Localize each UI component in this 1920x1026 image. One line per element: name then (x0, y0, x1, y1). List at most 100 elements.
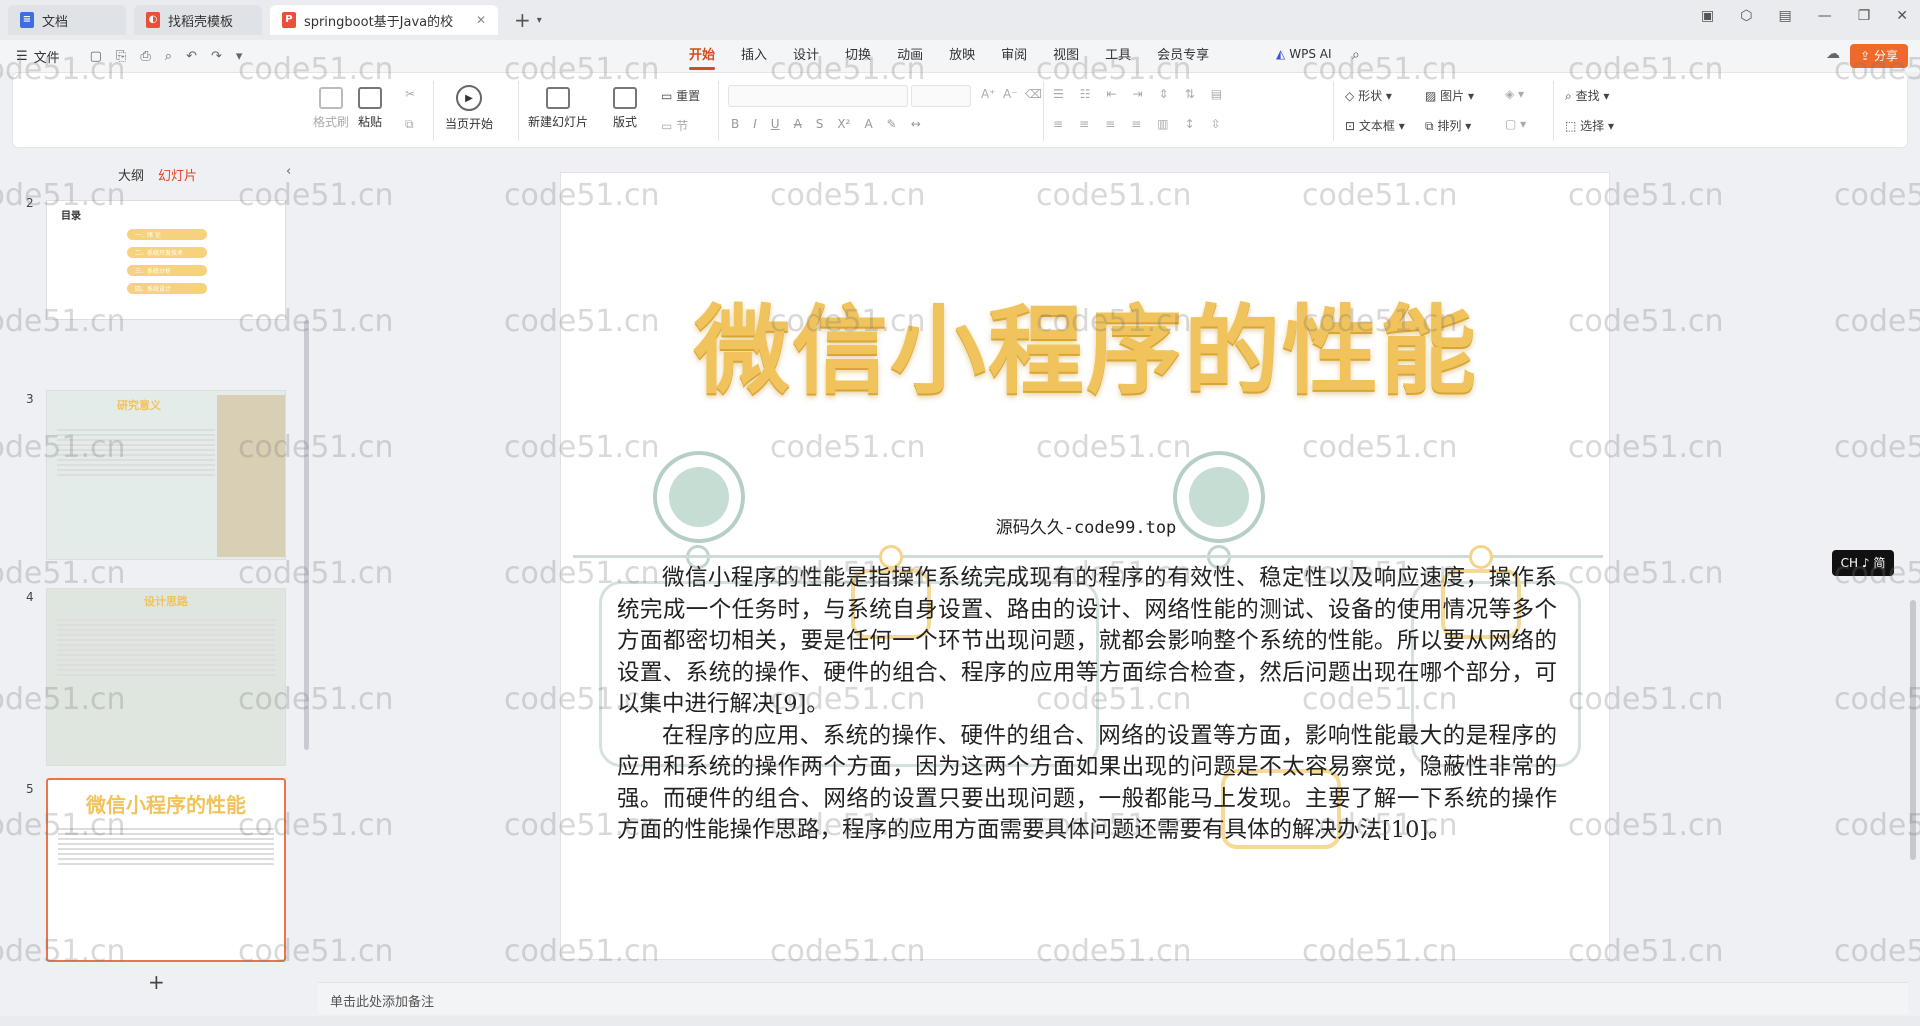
section-button[interactable]: ▭ 节 (661, 117, 688, 134)
highlight-icon[interactable]: ✎ (887, 117, 897, 131)
tab-slides[interactable]: 幻灯片 (158, 165, 197, 184)
export-icon[interactable]: ⎘ (116, 49, 126, 64)
layout-button[interactable]: 版式 (613, 87, 637, 130)
tab-outline[interactable]: 大纲 (118, 165, 144, 184)
save-icon[interactable]: ▢ (90, 49, 102, 64)
find-button[interactable]: ⌕ 查找 ▾ (1565, 87, 1609, 104)
bold-icon[interactable]: B (731, 117, 739, 131)
char-spacing-icon[interactable]: ↔ (911, 117, 921, 131)
font-size-select[interactable] (911, 85, 971, 107)
canvas-scrollbar[interactable] (1908, 150, 1918, 980)
slide-canvas[interactable]: 微信小程序的性能 源码久久-code99.top 微信小程序的性能是指操作系统完… (560, 172, 1610, 960)
tab-design[interactable]: 设计 (780, 40, 832, 72)
tab-tools[interactable]: 工具 (1092, 40, 1144, 72)
textbox-button[interactable]: ⊡ 文本框 ▾ (1345, 117, 1405, 134)
panel-scrollbar[interactable] (304, 320, 309, 750)
chevron-down-icon[interactable]: ▾ (236, 49, 243, 64)
outline-icon[interactable]: ▢ ▾ (1505, 117, 1526, 131)
tab-animation[interactable]: 动画 (884, 40, 936, 72)
tab-member[interactable]: 会员专享 (1144, 40, 1222, 72)
align-center-icon[interactable]: ≡ (1079, 117, 1089, 131)
font-grow-icon[interactable]: A⁺ (981, 87, 996, 101)
undo-icon[interactable]: ↶ (186, 49, 197, 64)
tab-view[interactable]: 视图 (1040, 40, 1092, 72)
sort-icon[interactable]: ⇅ (1185, 87, 1195, 101)
ribbon: 格式刷 粘贴 ✂ ⧉ ▶ 当页开始 新建幻灯片 版式 ▭ 重置 ▭ 节 A⁺ A… (12, 72, 1908, 148)
tab-transition[interactable]: 切换 (832, 40, 884, 72)
avatar[interactable]: ▤ (1778, 8, 1791, 24)
shadow-icon[interactable]: S (816, 117, 824, 131)
align-text-icon[interactable]: ▤ (1211, 87, 1222, 101)
clear-format-icon[interactable]: ⌫ (1025, 87, 1042, 101)
close-icon[interactable]: ✕ (476, 13, 486, 27)
italic-icon[interactable]: I (753, 117, 757, 131)
scroll-thumb[interactable] (1910, 600, 1916, 860)
paste-button[interactable]: 粘贴 (358, 87, 382, 130)
toc-item: 二、系统开发技术 (127, 247, 207, 258)
share-button[interactable]: ⇪ 分享 (1850, 44, 1908, 68)
underline-icon[interactable]: U (771, 117, 780, 131)
font-color-icon[interactable]: A (864, 117, 872, 131)
close-window-icon[interactable]: ✕ (1896, 8, 1908, 24)
superscript-icon[interactable]: X² (837, 117, 850, 131)
thumb-title: 微信小程序的性能 (86, 793, 246, 817)
slide-thumbnail-5[interactable]: 微信小程序的性能 (46, 778, 286, 962)
slide-thumbnail-3[interactable]: 研究意义 (46, 390, 286, 560)
layout-icon[interactable]: ▣ (1701, 8, 1714, 24)
slide-thumbnail-2[interactable]: 目录 一、绪 论 二、系统开发技术 三、系统分析 四、系统设计 (46, 200, 286, 320)
line-spacing-icon[interactable]: ↕ (1185, 117, 1195, 131)
chevron-down-icon[interactable]: ▾ (537, 15, 542, 26)
panel-tabs: 大纲 幻灯片 (118, 165, 197, 184)
fill-icon[interactable]: ◈ ▾ (1505, 87, 1524, 101)
thumb-title: 目录 (61, 211, 81, 222)
notes-pane[interactable]: 单击此处添加备注 (318, 982, 1908, 1014)
cube-icon[interactable]: ⬡ (1740, 8, 1752, 24)
bullets-icon[interactable]: ☰ (1053, 87, 1064, 101)
minimize-icon[interactable]: — (1818, 8, 1832, 24)
strikethrough-icon[interactable]: A (794, 117, 802, 131)
restore-icon[interactable]: ❐ (1858, 8, 1871, 24)
copy-icon[interactable]: ⧉ (405, 117, 414, 132)
select-button[interactable]: ⬚ 选择 ▾ (1565, 117, 1614, 134)
play-current-button[interactable]: ▶ 当页开始 (445, 85, 493, 132)
arrange-button[interactable]: ⧉ 排列 ▾ (1425, 117, 1471, 134)
tab-presentation[interactable]: P springboot基于Java的校园... ✕ (270, 5, 498, 35)
wps-ai-button[interactable]: ◭ WPS AI (1276, 47, 1332, 61)
redo-icon[interactable]: ↷ (211, 49, 222, 64)
new-tab-button[interactable]: + (514, 8, 531, 32)
label: 当页开始 (445, 117, 494, 131)
shape-button[interactable]: ◇ 形状 ▾ (1345, 87, 1392, 104)
collapse-icon[interactable]: ‹ (286, 164, 291, 179)
indent-icon[interactable]: ⇥ (1133, 87, 1143, 101)
tab-home[interactable]: 开始 (676, 40, 728, 72)
tab-docs[interactable]: ≡ 文档 (8, 5, 126, 35)
add-slide-button[interactable]: + (148, 970, 165, 994)
columns-icon[interactable]: ▥ (1157, 117, 1168, 131)
align-right-icon[interactable]: ≡ (1105, 117, 1115, 131)
tab-template[interactable]: ◐ 找稻壳模板 (134, 5, 262, 35)
format-painter-button[interactable]: 格式刷 (313, 87, 349, 130)
tab-review[interactable]: 审阅 (988, 40, 1040, 72)
new-slide-button[interactable]: 新建幻灯片 (528, 87, 588, 130)
slide-thumbnail-4[interactable]: 设计思路 (46, 588, 286, 766)
ime-indicator[interactable]: CH ♪ 简 (1832, 550, 1894, 576)
preview-icon[interactable]: ⌕ (165, 49, 172, 64)
outdent-icon[interactable]: ⇤ (1107, 87, 1117, 101)
justify-icon[interactable]: ≡ (1131, 117, 1141, 131)
picture-button[interactable]: ▨ 图片 ▾ (1425, 87, 1474, 104)
file-menu[interactable]: ☰ 文件 (16, 47, 60, 66)
cut-icon[interactable]: ✂ (405, 87, 415, 101)
paragraph-spacing-icon[interactable]: ⇳ (1211, 117, 1221, 131)
text-direction-icon[interactable]: ⇕ (1159, 87, 1169, 101)
align-left-icon[interactable]: ≡ (1053, 117, 1063, 131)
font-family-select[interactable] (728, 85, 908, 107)
font-shrink-icon[interactable]: A⁻ (1003, 87, 1018, 101)
print-icon[interactable]: ⎙ (140, 49, 150, 64)
tab-insert[interactable]: 插入 (728, 40, 780, 72)
tab-slideshow[interactable]: 放映 (936, 40, 988, 72)
reset-button[interactable]: ▭ 重置 (661, 87, 700, 104)
select-icon: ⬚ (1565, 119, 1577, 133)
numbering-icon[interactable]: ☷ (1080, 87, 1091, 101)
cloud-icon[interactable]: ☁ (1826, 46, 1840, 62)
search-icon[interactable]: ⌕ (1352, 47, 1360, 63)
